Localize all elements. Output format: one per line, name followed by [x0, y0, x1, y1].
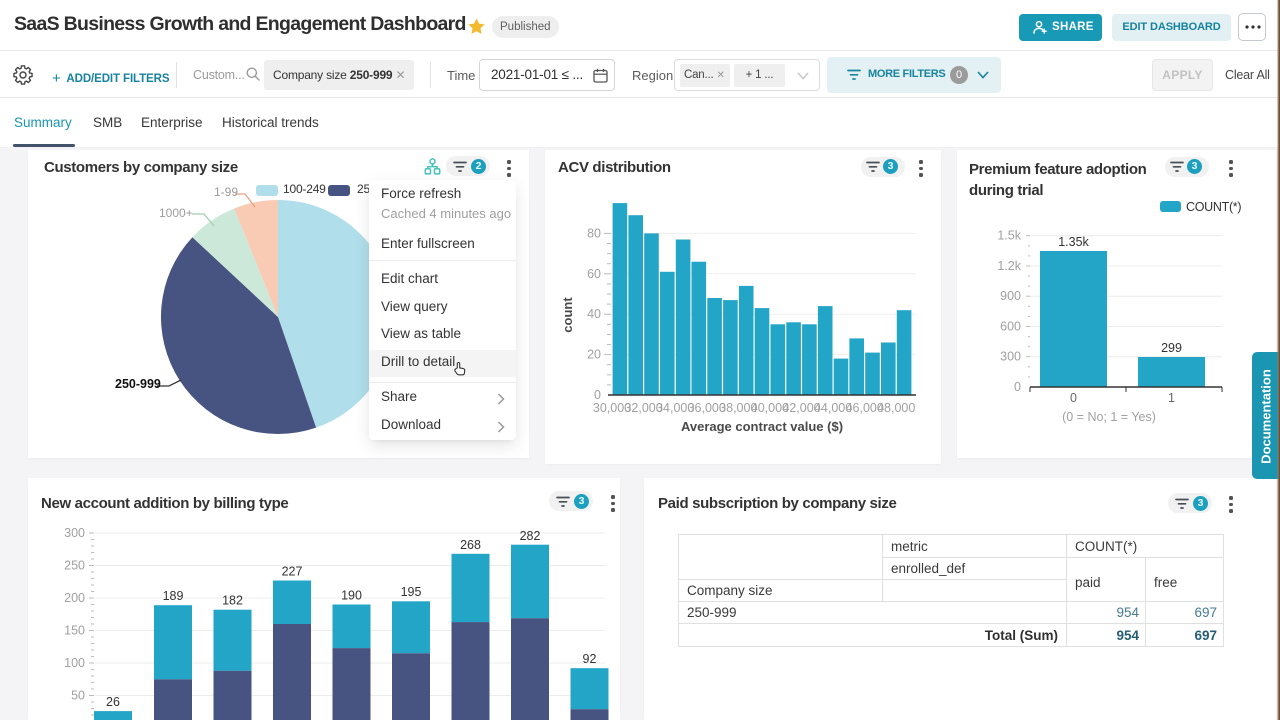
svg-text:300: 300	[64, 526, 85, 540]
svg-text:count: count	[560, 297, 575, 333]
svg-text:200: 200	[64, 591, 85, 605]
svg-text:227: 227	[282, 565, 303, 579]
svg-text:0: 0	[594, 388, 601, 402]
svg-text:299: 299	[1161, 341, 1182, 355]
svg-text:0: 0	[1070, 391, 1077, 405]
svg-text:1.35k: 1.35k	[1058, 235, 1089, 249]
svg-text:40: 40	[587, 307, 601, 321]
svg-text:48,000: 48,000	[877, 401, 915, 415]
svg-text:80: 80	[587, 226, 601, 240]
svg-text:150: 150	[64, 624, 85, 638]
svg-text:100: 100	[64, 656, 85, 670]
svg-text:182: 182	[222, 594, 243, 608]
svg-text:92: 92	[583, 652, 597, 666]
svg-text:250: 250	[64, 559, 85, 573]
svg-text:(0 = No; 1 = Yes): (0 = No; 1 = Yes)	[1062, 410, 1156, 424]
svg-text:900: 900	[1000, 289, 1021, 303]
svg-text:1.2k: 1.2k	[997, 259, 1021, 273]
svg-text:COUNT(*): COUNT(*)	[1186, 200, 1241, 214]
svg-text:190: 190	[341, 589, 362, 603]
svg-text:189: 189	[163, 589, 184, 603]
svg-text:282: 282	[520, 529, 541, 543]
svg-text:1.5k: 1.5k	[997, 229, 1021, 243]
svg-text:268: 268	[460, 538, 481, 552]
svg-text:Average contract value ($): Average contract value ($)	[681, 419, 843, 434]
svg-text:600: 600	[1000, 320, 1021, 334]
svg-text:20: 20	[587, 348, 601, 362]
svg-text:195: 195	[401, 585, 422, 599]
svg-text:60: 60	[587, 267, 601, 281]
svg-text:1: 1	[1168, 391, 1175, 405]
svg-text:50: 50	[71, 689, 85, 703]
svg-text:300: 300	[1000, 350, 1021, 364]
svg-text:26: 26	[106, 695, 120, 709]
svg-text:0: 0	[1014, 380, 1021, 394]
